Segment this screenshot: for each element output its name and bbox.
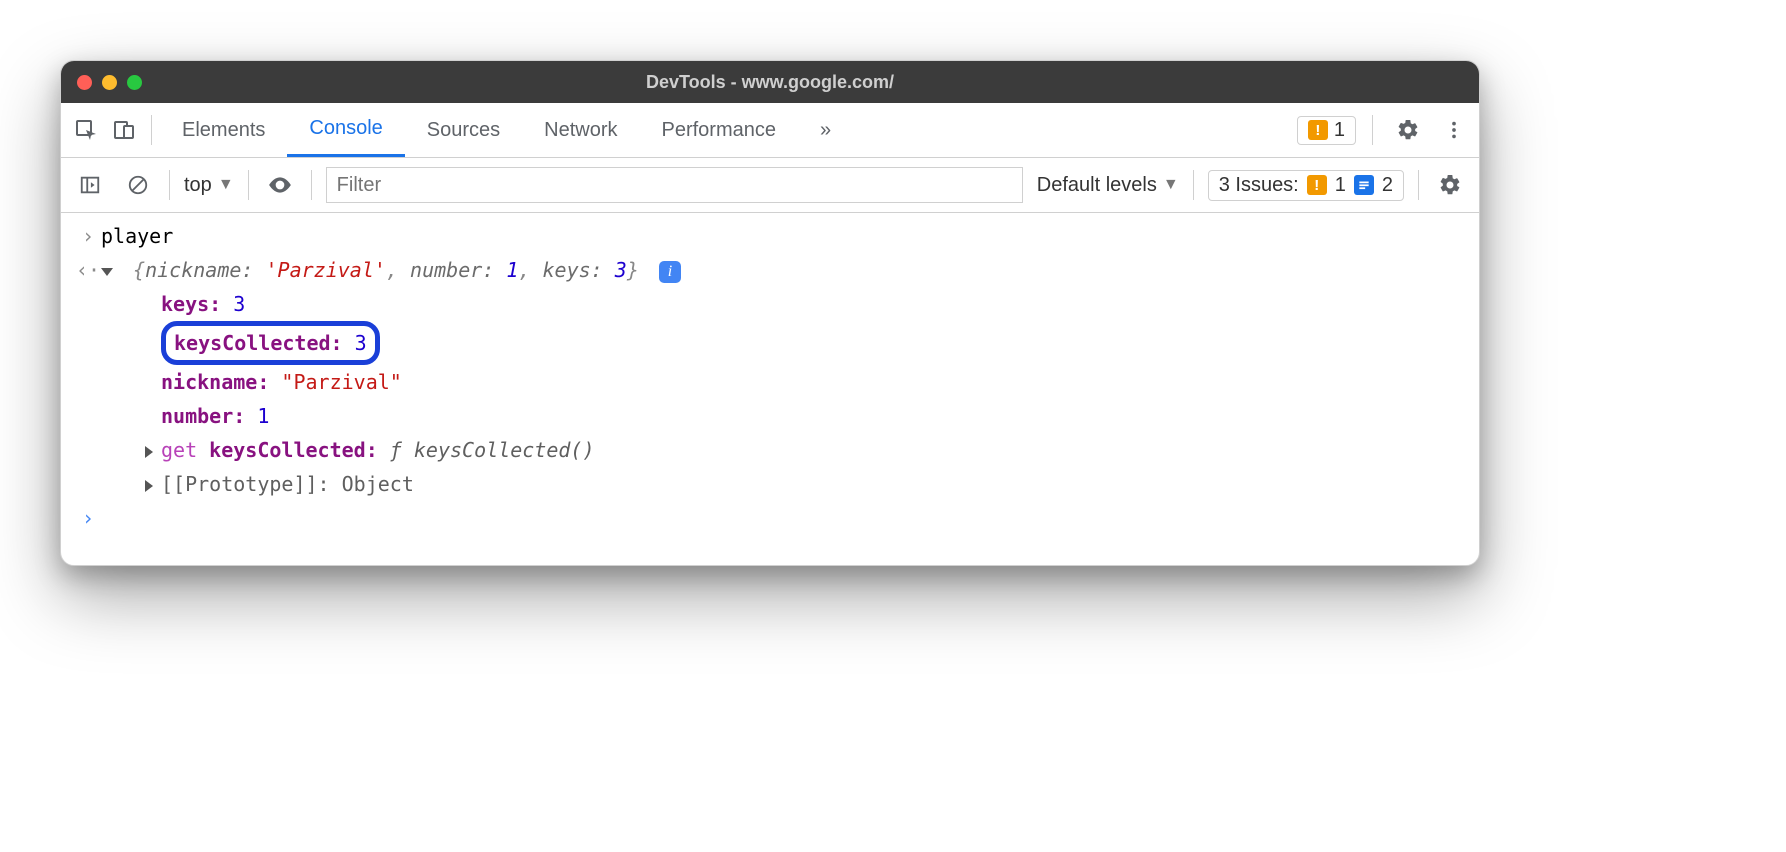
property-value: 1 bbox=[257, 404, 269, 428]
expand-toggle-icon[interactable] bbox=[101, 258, 117, 282]
console-result-row: ‹· {nickname: 'Parzival', number: 1, key… bbox=[61, 253, 1479, 287]
toolbar-issues-button[interactable]: ! 1 bbox=[1297, 116, 1356, 145]
tab-console[interactable]: Console bbox=[287, 103, 404, 157]
settings-icon[interactable] bbox=[1389, 111, 1427, 149]
property-key: [[Prototype]]: bbox=[161, 472, 330, 496]
separator bbox=[248, 170, 249, 200]
console-prompt-row[interactable]: › bbox=[61, 501, 1479, 535]
toolbar-warn-count: 1 bbox=[1334, 119, 1345, 142]
window-title: DevTools - www.google.com/ bbox=[61, 72, 1479, 93]
separator bbox=[1193, 170, 1194, 200]
property-value: ƒ keysCollected() bbox=[390, 438, 595, 462]
property-row-keyscollected: keysCollected: 3 bbox=[61, 321, 1479, 365]
issues-info-count: 2 bbox=[1382, 174, 1393, 197]
traffic-lights bbox=[77, 75, 142, 90]
property-row-nickname: nickname: "Parzival" bbox=[61, 365, 1479, 399]
property-value: "Parzival" bbox=[281, 370, 401, 394]
property-key: nickname: bbox=[161, 370, 269, 394]
log-level-selector[interactable]: Default levels ▼ bbox=[1037, 174, 1179, 197]
property-key: keys: bbox=[161, 292, 221, 316]
tab-more[interactable]: » bbox=[798, 103, 853, 157]
minimize-window-icon[interactable] bbox=[102, 75, 117, 90]
info-icon bbox=[1354, 175, 1374, 195]
property-value: 3 bbox=[355, 331, 367, 355]
property-row-getter: get keysCollected: ƒ keysCollected() bbox=[61, 433, 1479, 467]
property-key: number: bbox=[161, 404, 245, 428]
property-value: 3 bbox=[233, 292, 245, 316]
issues-warn-count: 1 bbox=[1335, 174, 1346, 197]
expand-toggle-icon[interactable] bbox=[145, 472, 157, 496]
maximize-window-icon[interactable] bbox=[127, 75, 142, 90]
close-window-icon[interactable] bbox=[77, 75, 92, 90]
inspect-element-icon[interactable] bbox=[67, 111, 105, 149]
property-row-prototype: [[Prototype]]: Object bbox=[61, 467, 1479, 501]
separator bbox=[1418, 170, 1419, 200]
separator bbox=[169, 170, 170, 200]
issues-summary[interactable]: 3 Issues: ! 1 2 bbox=[1208, 170, 1404, 201]
property-row-keys: keys: 3 bbox=[61, 287, 1479, 321]
object-summary[interactable]: {nickname: 'Parzival', number: 1, keys: … bbox=[133, 258, 651, 282]
context-label: top bbox=[184, 174, 212, 197]
property-row-number: number: 1 bbox=[61, 399, 1479, 433]
getter-prefix: get bbox=[161, 438, 197, 462]
device-toolbar-icon[interactable] bbox=[105, 111, 143, 149]
separator bbox=[311, 170, 312, 200]
property-key: keysCollected: bbox=[174, 331, 343, 355]
kebab-menu-icon[interactable] bbox=[1435, 111, 1473, 149]
console-toolbar: top ▼ Default levels ▼ 3 Issues: ! 1 2 bbox=[61, 158, 1479, 213]
highlight-annotation: keysCollected: 3 bbox=[161, 321, 380, 365]
toggle-sidebar-icon[interactable] bbox=[73, 168, 107, 202]
expand-toggle-icon[interactable] bbox=[145, 438, 157, 462]
warning-icon: ! bbox=[1308, 120, 1328, 140]
tab-bar: Elements Console Sources Network Perform… bbox=[61, 103, 1479, 158]
property-value: Object bbox=[342, 472, 414, 496]
context-selector[interactable]: top ▼ bbox=[184, 174, 234, 197]
clear-console-icon[interactable] bbox=[121, 168, 155, 202]
output-chevron-icon: ‹· bbox=[75, 253, 101, 287]
tab-sources[interactable]: Sources bbox=[405, 103, 522, 157]
log-level-label: Default levels bbox=[1037, 174, 1157, 197]
tab-network[interactable]: Network bbox=[522, 103, 639, 157]
tab-elements[interactable]: Elements bbox=[160, 103, 287, 157]
property-key: keysCollected: bbox=[209, 438, 378, 462]
console-output: › player ‹· {nickname: 'Parzival', numbe… bbox=[61, 213, 1479, 565]
prompt-chevron-icon: › bbox=[75, 501, 101, 535]
console-input-text: player bbox=[101, 219, 1465, 253]
console-settings-icon[interactable] bbox=[1433, 168, 1467, 202]
console-input-row: › player bbox=[61, 219, 1479, 253]
warning-icon: ! bbox=[1307, 175, 1327, 195]
title-bar: DevTools - www.google.com/ bbox=[61, 61, 1479, 103]
filter-input[interactable] bbox=[326, 167, 1023, 203]
info-icon[interactable]: i bbox=[659, 261, 681, 283]
issues-label: 3 Issues: bbox=[1219, 174, 1299, 197]
devtools-window: DevTools - www.google.com/ Elements Cons… bbox=[60, 60, 1480, 566]
live-expression-icon[interactable] bbox=[263, 168, 297, 202]
chevron-down-icon: ▼ bbox=[218, 176, 234, 194]
separator bbox=[151, 115, 152, 145]
tab-performance[interactable]: Performance bbox=[640, 103, 799, 157]
chevron-down-icon: ▼ bbox=[1163, 176, 1179, 194]
separator bbox=[1372, 115, 1373, 145]
input-chevron-icon: › bbox=[75, 219, 101, 253]
